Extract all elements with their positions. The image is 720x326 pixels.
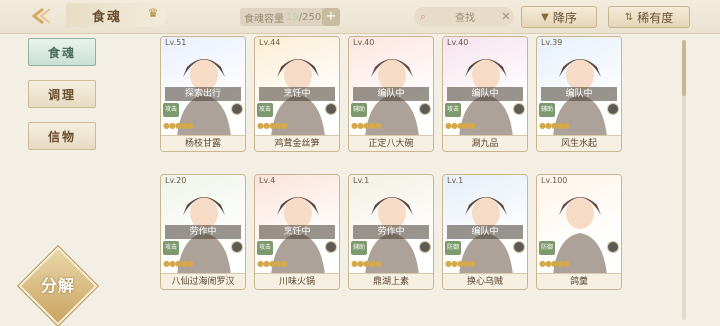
capacity-display: 食魂容量 19 /250 + xyxy=(240,8,340,26)
level-label: Lv.44 xyxy=(259,38,281,47)
role-badge: 辅助 xyxy=(351,103,367,117)
element-icon xyxy=(231,103,243,115)
card-name: 鸽羹 xyxy=(537,273,621,289)
role-badge: 攻击 xyxy=(257,241,273,255)
status-badge: 编队中 xyxy=(353,87,429,101)
food-soul-card[interactable]: Lv.1 劳作中辅助 ●●●●● 鼎湖上素 xyxy=(348,174,434,290)
role-badge: 攻击 xyxy=(163,103,179,117)
status-badge: 劳作中 xyxy=(353,225,429,239)
element-icon xyxy=(607,103,619,115)
food-soul-card[interactable]: Lv.39 编队中辅助 ●●●●● 风生水起 xyxy=(536,36,622,152)
sort-rarity-label: 稀有度 xyxy=(637,10,674,25)
crown-icon: ♛ xyxy=(147,6,159,20)
card-name: 正定八大碗 xyxy=(349,135,433,151)
card-grid: Lv.51 探索出行 攻击 ●●●●● 杨枝甘露 Lv.44 烹饪中 攻击 ●●●●● 鸡茸金丝笋… xyxy=(160,34,635,326)
status-badge: 烹饪中 xyxy=(259,87,335,101)
star-rating-icon: ●●●●● xyxy=(163,259,194,268)
card-name: 鼎湖上素 xyxy=(349,273,433,289)
level-label: Lv.40 xyxy=(353,38,375,47)
tab-food-soul[interactable]: 食魂 xyxy=(28,38,96,66)
role-badge: 防御 xyxy=(445,241,461,255)
sort-rarity-button[interactable]: ⇅ 稀有度 xyxy=(608,6,690,28)
search-bar[interactable]: ⌕ 查找 ✕ xyxy=(414,7,514,26)
status-badge: 编队中 xyxy=(447,225,523,239)
star-rating-icon: ●●●●● xyxy=(351,121,382,130)
card-name: 涮九品 xyxy=(443,135,527,151)
role-badge: 攻击 xyxy=(257,103,273,117)
status-badge: 烹饪中 xyxy=(259,225,335,239)
level-label: Lv.51 xyxy=(165,38,187,47)
search-input[interactable]: 查找 xyxy=(432,9,498,24)
element-icon xyxy=(607,241,619,253)
card-name: 风生水起 xyxy=(537,135,621,151)
element-icon xyxy=(513,103,525,115)
food-soul-card[interactable]: Lv.100 防御 ●●●●● 鸽羹 xyxy=(536,174,622,290)
element-icon xyxy=(513,241,525,253)
tab-conditioning[interactable]: 调理 xyxy=(28,80,96,108)
food-soul-card[interactable]: Lv.40 编队中攻击 ●●●●● 涮九品 xyxy=(442,36,528,152)
add-capacity-button[interactable]: + xyxy=(322,8,340,26)
capacity-max: /250 xyxy=(298,11,322,23)
card-name: 换心乌贼 xyxy=(443,273,527,289)
element-icon xyxy=(325,241,337,253)
clear-search-icon[interactable]: ✕ xyxy=(498,10,514,23)
level-label: Lv.1 xyxy=(353,176,370,185)
role-badge: 攻击 xyxy=(445,103,461,117)
card-name: 八仙过海闹罗汉 xyxy=(161,273,245,289)
star-rating-icon: ●●●●● xyxy=(445,259,476,268)
star-rating-icon: ●●●●● xyxy=(351,259,382,268)
food-soul-card[interactable]: Lv.20 劳作中攻击 ●●●●● 八仙过海闹罗汉 xyxy=(160,174,246,290)
sort-order-button[interactable]: ▼ 降序 xyxy=(521,6,597,28)
food-soul-card[interactable]: Lv.40 编队中辅助 ●●●●● 正定八大碗 xyxy=(348,36,434,152)
level-label: Lv.100 xyxy=(541,176,568,185)
card-name: 鸡茸金丝笋 xyxy=(255,135,339,151)
star-rating-icon: ●●●●● xyxy=(257,121,288,130)
scrollbar-thumb[interactable] xyxy=(682,40,686,96)
level-label: Lv.20 xyxy=(165,176,187,185)
search-icon: ⌕ xyxy=(419,9,427,23)
level-label: Lv.1 xyxy=(447,176,464,185)
level-label: Lv.40 xyxy=(447,38,469,47)
back-button[interactable] xyxy=(22,2,62,30)
status-badge: 编队中 xyxy=(541,87,617,101)
scrollbar[interactable] xyxy=(682,40,686,320)
swap-icon: ⇅ xyxy=(624,11,634,23)
level-label: Lv.39 xyxy=(541,38,563,47)
capacity-label: 食魂容量 xyxy=(244,13,284,25)
role-badge: 攻击 xyxy=(163,241,179,255)
role-badge: 辅助 xyxy=(351,241,367,255)
level-label: Lv.4 xyxy=(259,176,276,185)
capacity-current: 19 xyxy=(286,11,299,23)
sort-order-label: 降序 xyxy=(552,10,577,25)
element-icon xyxy=(325,103,337,115)
sort-order-icon: ▼ xyxy=(541,11,549,23)
back-arrow-icon xyxy=(31,7,51,25)
status-badge: 编队中 xyxy=(447,87,523,101)
food-soul-card[interactable]: Lv.51 探索出行攻击 ●●●●● 杨枝甘露 xyxy=(160,36,246,152)
tab-tokens[interactable]: 信物 xyxy=(28,122,96,150)
star-rating-icon: ●●●●● xyxy=(257,259,288,268)
element-icon xyxy=(419,103,431,115)
status-badge: 探索出行 xyxy=(165,87,241,101)
card-name: 杨枝甘露 xyxy=(161,135,245,151)
star-rating-icon: ●●●●● xyxy=(539,259,570,268)
star-rating-icon: ●●●●● xyxy=(539,121,570,130)
card-name: 川味火锅 xyxy=(255,273,339,289)
element-icon xyxy=(231,241,243,253)
role-badge: 辅助 xyxy=(539,103,555,117)
element-icon xyxy=(419,241,431,253)
star-rating-icon: ●●●●● xyxy=(445,121,476,130)
role-badge: 防御 xyxy=(539,241,555,255)
top-bar: 食魂 ♛ 食魂容量 19 /250 + ⌕ 查找 ✕ ▼ 降序 ⇅ 稀有度 xyxy=(0,0,720,34)
food-soul-card[interactable]: Lv.44 烹饪中攻击 ●●●●● 鸡茸金丝笋 xyxy=(254,36,340,152)
decompose-label[interactable]: 分解 xyxy=(30,272,86,300)
status-badge: 劳作中 xyxy=(165,225,241,239)
food-soul-card[interactable]: Lv.1 编队中防御 ●●●●● 换心乌贼 xyxy=(442,174,528,290)
star-rating-icon: ●●●●● xyxy=(163,121,194,130)
food-soul-card[interactable]: Lv.4 烹饪中攻击 ●●●●● 川味火锅 xyxy=(254,174,340,290)
